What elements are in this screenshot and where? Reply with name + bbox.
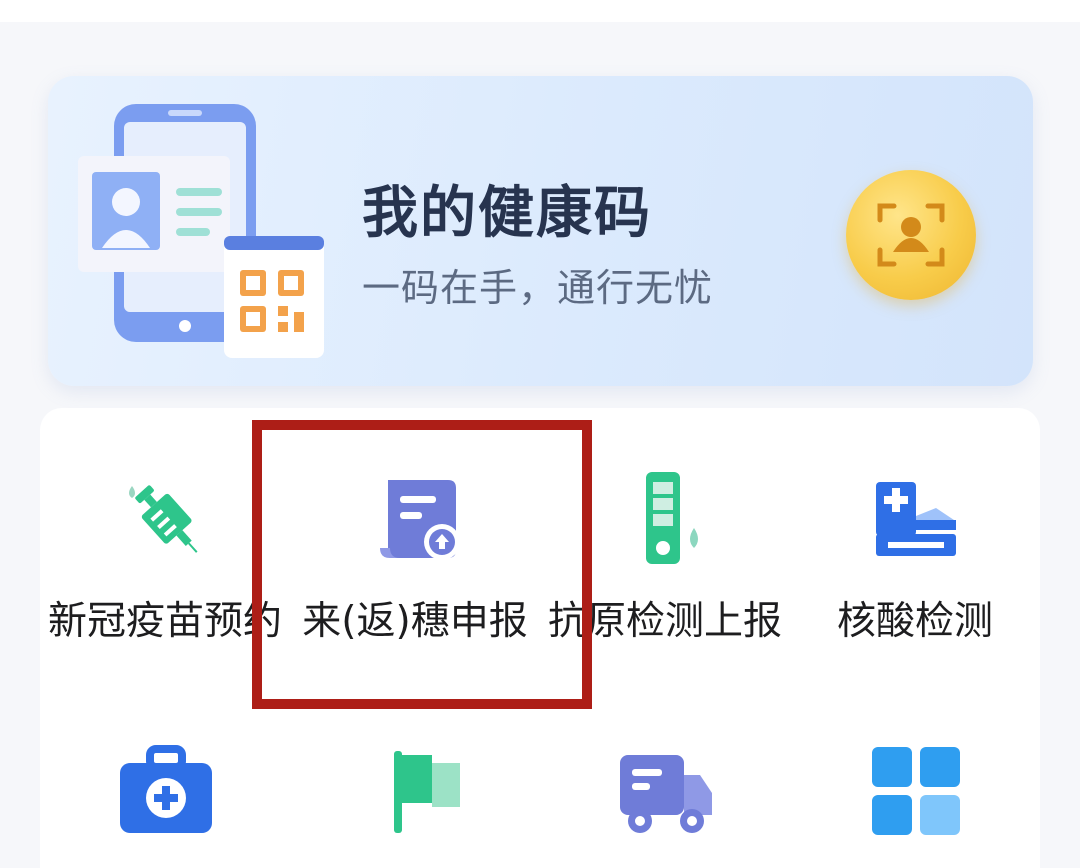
service-more-apps[interactable] (815, 745, 1015, 845)
medical-bed-icon (876, 482, 956, 556)
health-code-subtitle: 一码在手，通行无忧 (362, 266, 714, 310)
service-vaccine-appointment[interactable]: 新冠疫苗预约 (48, 472, 282, 702)
service-antigen-test-report[interactable]: 抗原检测上报 (548, 472, 782, 702)
flag-icon (394, 751, 460, 833)
tile-label: 抗原检测上报 (547, 599, 782, 644)
service-vehicle[interactable] (565, 745, 765, 845)
service-nucleic-acid-test[interactable]: 核酸检测 (815, 472, 1015, 652)
tile-label: 核酸检测 (836, 599, 993, 644)
first-aid-kit-icon (120, 745, 212, 833)
top-strip (0, 0, 1080, 22)
truck-icon (620, 755, 712, 833)
vaccine-syringe-icon (129, 485, 198, 553)
service-guangzhou-arrival-report[interactable]: 来(返)穗申报 (302, 472, 528, 652)
tile-label: 来(返)穗申报 (302, 599, 528, 644)
document-upload-icon (380, 480, 460, 560)
tile-label: 新冠疫苗预约 (47, 599, 282, 644)
service-medical-kit[interactable] (65, 745, 265, 845)
health-code-title: 我的健康码 (362, 181, 652, 246)
apps-grid-icon (872, 747, 960, 835)
phone-id-illustration-icon (78, 104, 324, 358)
face-scan-icon (877, 203, 945, 267)
service-flag[interactable] (315, 745, 515, 845)
test-tube-icon (646, 472, 698, 564)
face-scan-button[interactable] (846, 170, 976, 300)
